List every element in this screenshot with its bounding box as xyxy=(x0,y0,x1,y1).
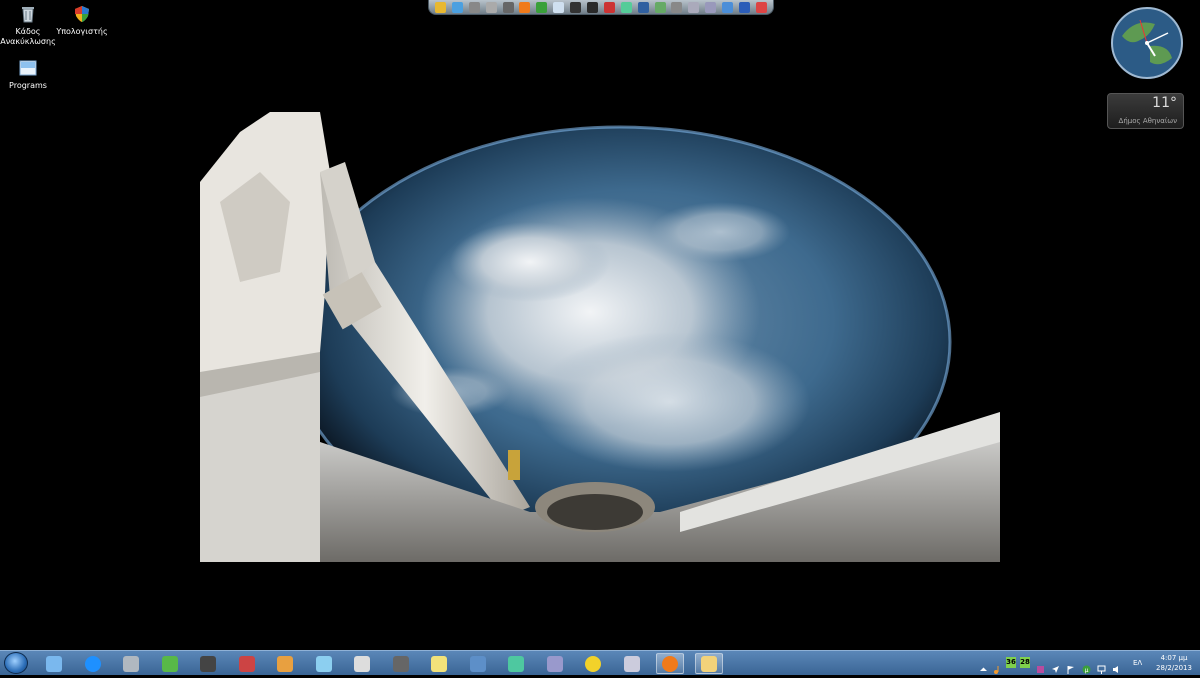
weather-gadget[interactable]: 11° Δήμος Αθηναίων xyxy=(1107,93,1184,129)
media-center-icon xyxy=(161,655,178,672)
notepad-icon xyxy=(315,655,332,672)
taskbar-button-pen[interactable] xyxy=(387,653,415,674)
paint-palette-icon xyxy=(277,655,293,672)
taskbar-button-sticky-notes[interactable] xyxy=(425,653,453,674)
bars-icon[interactable] xyxy=(502,1,514,13)
audio-icon[interactable] xyxy=(603,1,615,13)
settings-icon[interactable] xyxy=(705,1,717,13)
cd-icon[interactable] xyxy=(570,1,582,13)
globe-icon[interactable] xyxy=(722,1,734,13)
folder-icon xyxy=(700,655,717,672)
taskbar-button-folder[interactable] xyxy=(694,653,723,674)
taskbar-button-firefox[interactable] xyxy=(656,653,684,674)
stop-icon[interactable] xyxy=(755,1,767,13)
taskbar-button-explorer[interactable] xyxy=(40,653,68,674)
folder-icon xyxy=(18,58,38,78)
app-tray-icon[interactable] xyxy=(1036,659,1045,673)
clock-date[interactable]: 28/2/2013 xyxy=(1154,664,1194,672)
system-tray: 36 28 µ ΕΛ 4:07 μμ 28/2/2013 xyxy=(976,651,1200,676)
explorer-icon xyxy=(46,655,62,672)
tray-counter-1[interactable]: 36 xyxy=(1006,657,1016,668)
audio-note-icon[interactable] xyxy=(993,659,1002,674)
language-indicator[interactable]: ΕΛ xyxy=(1133,659,1142,667)
taskbar-button-grid[interactable] xyxy=(117,653,145,674)
weather-location: Δήμος Αθηναίων xyxy=(1118,117,1177,125)
weather-temperature: 11° xyxy=(1152,95,1177,111)
calculator-icon xyxy=(354,655,370,672)
grid-icon xyxy=(123,655,139,672)
rocket-icon xyxy=(238,655,255,672)
bluetooth-icon[interactable] xyxy=(739,1,751,13)
taskbar-button-rocket[interactable] xyxy=(233,653,261,674)
chat-icon xyxy=(623,655,640,672)
taskbar-button-cmd[interactable] xyxy=(194,653,222,674)
media-icon[interactable] xyxy=(654,1,666,13)
pen-icon xyxy=(392,655,409,672)
recycle-bin-icon xyxy=(18,4,38,24)
desktop-icon-label: Κάδος Ανακύκλωσης xyxy=(0,27,56,46)
taskbar-button-cube[interactable] xyxy=(502,653,530,674)
desktop-icon-label: Υπολογιστής xyxy=(56,27,108,36)
x-tool-icon xyxy=(585,655,601,672)
top-dock xyxy=(428,0,774,15)
desktop-icon-label: Programs xyxy=(9,81,47,90)
svg-text:µ: µ xyxy=(1085,667,1089,674)
plane-icon[interactable] xyxy=(1051,659,1060,673)
cmd-icon xyxy=(200,655,216,672)
taskbar-button-paint-palette[interactable] xyxy=(271,653,299,674)
tools-icon[interactable] xyxy=(671,1,683,13)
remote-desktop-icon xyxy=(469,655,486,672)
taskbar-button-notepad[interactable] xyxy=(310,653,338,674)
volume-icon[interactable] xyxy=(1112,659,1121,673)
network-icon[interactable] xyxy=(451,1,463,13)
start-button[interactable] xyxy=(4,652,28,674)
wallpaper-image xyxy=(200,112,1000,562)
taskbar-button-ie[interactable] xyxy=(79,653,107,674)
clock-time[interactable]: 4:07 μμ xyxy=(1154,654,1194,662)
taskbar-button-calculator[interactable] xyxy=(348,653,376,674)
show-hidden-icons-icon[interactable] xyxy=(979,659,988,671)
shield-icon[interactable] xyxy=(435,1,446,13)
taskbar-button-x-tool[interactable] xyxy=(579,653,607,674)
utorrent-tray-icon[interactable]: µ xyxy=(1082,659,1091,674)
cube-icon xyxy=(508,655,524,672)
chess-icon[interactable] xyxy=(587,1,599,13)
desktop-icon-programs[interactable]: Programs xyxy=(0,58,56,91)
utorrent-icon[interactable] xyxy=(536,1,548,13)
flag-icon[interactable] xyxy=(1066,659,1075,674)
paint-icon[interactable] xyxy=(620,1,632,13)
firefox-icon xyxy=(662,655,678,672)
taskbar-button-chat[interactable] xyxy=(618,653,646,674)
mail-icon[interactable] xyxy=(688,1,700,13)
document-icon[interactable] xyxy=(553,1,565,13)
clock-gadget[interactable] xyxy=(1110,6,1184,80)
teapot-icon xyxy=(546,655,563,672)
network-icon[interactable] xyxy=(1097,659,1106,674)
ie-icon xyxy=(84,655,101,672)
taskbar-button-remote-desktop[interactable] xyxy=(464,653,492,674)
sticky-notes-icon xyxy=(431,655,447,672)
taskbar-button-teapot[interactable] xyxy=(541,653,569,674)
pc-icon[interactable] xyxy=(485,1,497,13)
tray-counter-2[interactable]: 28 xyxy=(1020,657,1030,668)
monitor-icon[interactable] xyxy=(637,1,649,13)
desktop-icon-recycle-bin[interactable]: Κάδος Ανακύκλωσης xyxy=(0,4,56,47)
printer-icon[interactable] xyxy=(468,1,480,13)
desktop-icon-computer[interactable]: Υπολογιστής xyxy=(54,4,110,37)
computer-shield-icon xyxy=(72,4,92,24)
taskbar: 36 28 µ ΕΛ 4:07 μμ 28/2/2013 xyxy=(0,650,1200,675)
taskbar-button-media-center[interactable] xyxy=(156,653,184,674)
firefox-icon[interactable] xyxy=(519,1,531,13)
